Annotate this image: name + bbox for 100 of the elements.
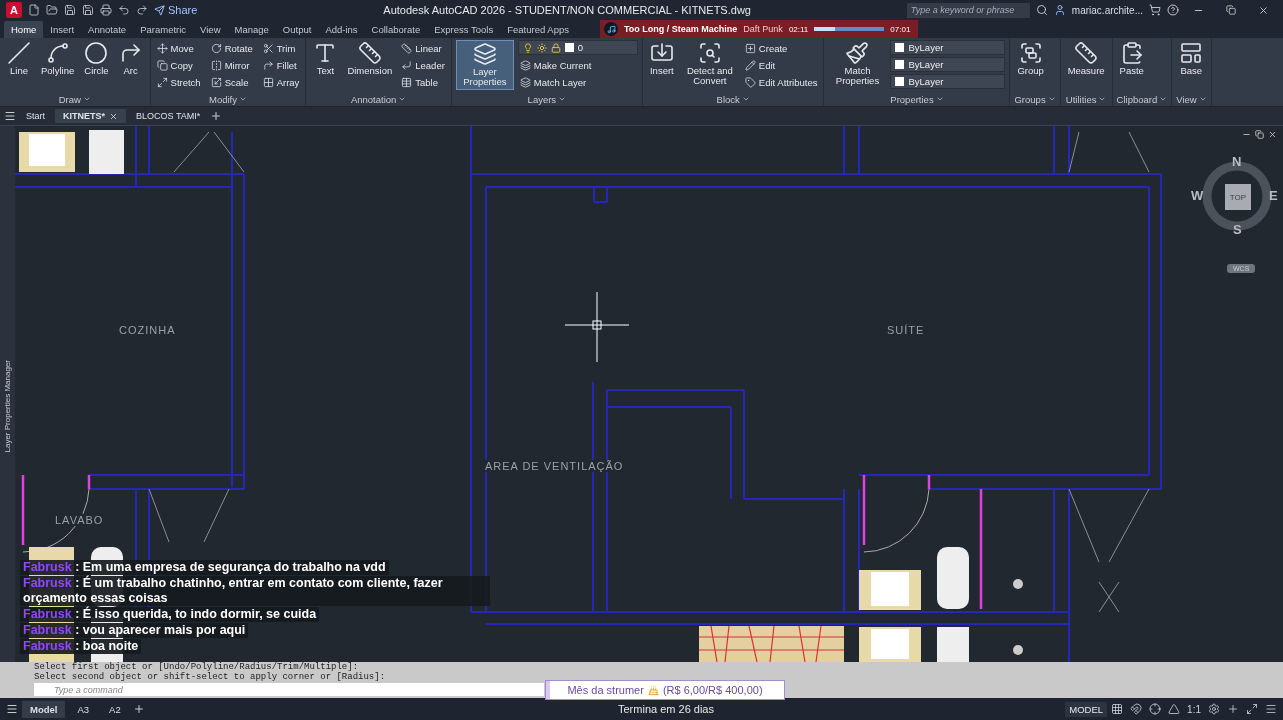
share-button[interactable]: Share — [154, 4, 198, 16]
circle-icon[interactable] — [84, 41, 109, 65]
copy-icon[interactable] — [156, 59, 168, 71]
new-tab-icon[interactable] — [210, 110, 223, 122]
ribbon-tool-button[interactable]: Scale — [208, 74, 255, 90]
ribbon-tool-button[interactable]: Copy — [154, 57, 203, 73]
panel-title[interactable]: Annotation — [310, 92, 447, 106]
ribbon-tool-button[interactable]: Polyline — [38, 40, 78, 78]
panel-title[interactable]: Utilities — [1064, 92, 1108, 106]
document-tab[interactable]: Start — [18, 109, 53, 123]
user-name[interactable]: mariac.archite... — [1071, 4, 1143, 16]
trim-icon[interactable] — [262, 42, 274, 54]
layout-tab[interactable]: A3 — [69, 700, 98, 718]
group-icon[interactable] — [1018, 41, 1043, 65]
settings-icon[interactable] — [1208, 703, 1220, 715]
ribbon-tool-button[interactable]: Arc — [115, 40, 146, 78]
ribbon-tool-button[interactable]: Rotate — [208, 40, 255, 56]
match-layer-icon[interactable] — [519, 76, 531, 88]
view-cube-face[interactable]: TOP — [1225, 184, 1251, 210]
panel-title[interactable]: Clipboard — [1116, 92, 1168, 106]
ribbon-tool-button[interactable]: Detect and Convert — [680, 40, 739, 88]
close-tab-icon[interactable] — [109, 111, 119, 121]
new-file-icon[interactable] — [28, 4, 40, 16]
plus-icon[interactable] — [1227, 703, 1239, 715]
ribbon-tool-button[interactable]: Leader — [399, 57, 447, 73]
ribbon-tool-button[interactable]: Paste — [1116, 40, 1147, 78]
help-icon[interactable] — [1167, 4, 1179, 16]
redo-icon[interactable] — [136, 4, 148, 16]
search-field[interactable]: Type a keyword or phrase — [906, 2, 1030, 18]
layout-tab[interactable]: Model — [22, 700, 66, 718]
close-icon[interactable] — [1268, 130, 1277, 139]
panel-title[interactable]: Block — [646, 92, 820, 106]
scale-icon[interactable] — [210, 76, 222, 88]
ribbon-tab[interactable]: Express Tools — [427, 21, 501, 38]
panel-title[interactable]: Modify — [154, 92, 302, 106]
ribbon-tool-button[interactable]: Create — [742, 40, 820, 56]
command-input[interactable]: Type a command — [34, 683, 544, 696]
print-icon[interactable] — [100, 4, 112, 16]
save-icon[interactable] — [64, 4, 76, 16]
layers-icon[interactable] — [472, 42, 497, 66]
restore-icon[interactable] — [1255, 130, 1264, 139]
panel-title[interactable]: Groups — [1014, 92, 1056, 106]
ribbon-tool-button[interactable]: Edit Attributes — [742, 74, 820, 90]
measure-icon[interactable] — [1074, 41, 1099, 65]
add-layout-icon[interactable] — [132, 703, 145, 715]
ribbon-tool-button[interactable]: Match Layer — [517, 74, 638, 90]
edit-icon[interactable] — [744, 59, 756, 71]
ribbon-tab[interactable]: Manage — [227, 21, 276, 38]
ribbon-tool-button[interactable]: Edit — [742, 57, 820, 73]
make-current-icon[interactable] — [519, 59, 531, 71]
save-as-icon[interactable] — [82, 4, 94, 16]
open-folder-icon[interactable] — [46, 4, 58, 16]
ribbon-tool-button[interactable]: Match Properties — [828, 40, 887, 88]
table-icon[interactable] — [401, 76, 413, 88]
annotation-scale[interactable]: 1:1 — [1187, 703, 1201, 715]
ribbon-tool-button[interactable]: Text — [310, 40, 341, 78]
fullscreen-icon[interactable] — [1246, 703, 1258, 715]
ribbon-tool-button[interactable]: Group — [1014, 40, 1047, 78]
cart-icon[interactable] — [1149, 4, 1161, 16]
ribbon-tab[interactable]: Featured Apps — [500, 21, 576, 38]
customize-icon[interactable] — [1265, 703, 1277, 715]
search-icon[interactable] — [1035, 4, 1048, 16]
mirror-icon[interactable] — [210, 59, 222, 71]
ribbon-tab[interactable]: Collaborate — [364, 21, 428, 38]
ribbon-tool-button[interactable]: Move — [154, 40, 203, 56]
ribbon-tool-button[interactable]: Measure — [1064, 40, 1108, 78]
menu-icon[interactable] — [6, 703, 18, 715]
edit-attributes-icon[interactable] — [744, 76, 756, 88]
property-dropdown[interactable]: ByLayer — [890, 40, 1006, 55]
array-icon[interactable] — [262, 76, 274, 88]
linear-icon[interactable] — [401, 42, 413, 54]
ribbon-tab[interactable]: Add-ins — [318, 21, 365, 38]
ribbon-tool-button[interactable]: Layer Properties — [455, 40, 514, 90]
compass-east[interactable]: E — [1269, 188, 1278, 203]
ribbon-tool-button[interactable]: Linear — [399, 40, 447, 56]
side-palette[interactable]: Layer Properties Manager — [0, 126, 15, 662]
property-dropdown[interactable]: ByLayer — [890, 74, 1006, 89]
detect-icon[interactable] — [697, 41, 722, 65]
ribbon-tab[interactable]: Insert — [43, 21, 82, 38]
compass-north[interactable]: N — [1232, 154, 1242, 169]
move-icon[interactable] — [156, 42, 168, 54]
polyline-icon[interactable] — [45, 41, 70, 65]
ribbon-tool-button[interactable]: Table — [399, 74, 447, 90]
ribbon-tab[interactable]: Parametric — [133, 21, 194, 38]
ribbon-tool-button[interactable]: Circle — [81, 40, 112, 78]
undo-icon[interactable] — [118, 4, 130, 16]
base-view-icon[interactable] — [1179, 41, 1204, 65]
panel-title[interactable]: View — [1176, 92, 1207, 106]
object-snap-icon[interactable] — [1149, 703, 1162, 715]
ribbon-tool-button[interactable]: Base — [1176, 40, 1207, 78]
layout-tab[interactable]: A2 — [101, 700, 129, 718]
menu-icon[interactable] — [4, 110, 16, 122]
layer-dropdown[interactable]: 0 — [517, 40, 638, 55]
stretch-icon[interactable] — [156, 76, 168, 88]
document-tab[interactable]: BLOCOS TAMI* — [128, 109, 209, 123]
palette-label[interactable]: Layer Properties Manager — [2, 359, 13, 452]
rotate-icon[interactable] — [210, 42, 222, 54]
ribbon-tool-button[interactable]: Trim — [260, 40, 302, 56]
ribbon-tool-button[interactable]: Stretch — [154, 74, 203, 90]
ribbon-tab[interactable]: Annotate — [81, 21, 134, 38]
